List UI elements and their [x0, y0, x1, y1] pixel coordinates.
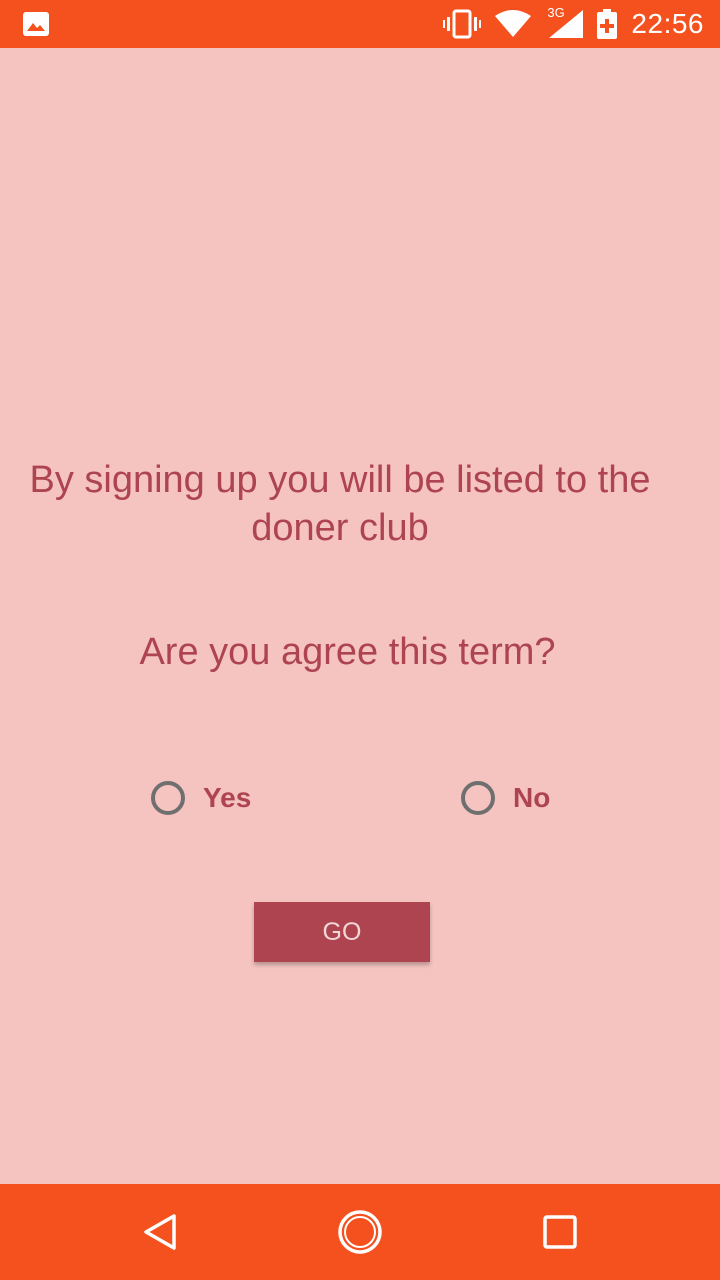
terms-question: Are you agree this term? — [139, 631, 556, 673]
vibrate-icon — [443, 9, 482, 39]
go-button[interactable]: GO — [254, 902, 430, 962]
yes-label: Yes — [203, 782, 252, 813]
no-radio-option[interactable]: No — [461, 776, 550, 820]
main-content: By signing up you will be listed to the … — [0, 48, 720, 1184]
no-label: No — [513, 782, 551, 813]
image-notification-icon — [23, 12, 49, 36]
radio-button-no[interactable] — [461, 781, 495, 815]
yes-radio-option[interactable]: Yes — [151, 776, 251, 820]
status-bar: 3G 22:56 — [0, 0, 720, 48]
wifi-icon — [495, 10, 532, 37]
battery-charging-icon — [597, 9, 618, 39]
radio-button-yes[interactable] — [151, 781, 185, 815]
terms-message: By signing up you will be listed to the … — [29, 459, 651, 549]
back-icon[interactable] — [136, 1208, 184, 1256]
clock: 22:56 — [631, 8, 704, 39]
home-icon[interactable] — [336, 1208, 384, 1256]
cell-signal-icon: 3G — [545, 0, 584, 48]
recents-icon[interactable] — [536, 1208, 584, 1256]
navigation-bar — [0, 1184, 720, 1280]
